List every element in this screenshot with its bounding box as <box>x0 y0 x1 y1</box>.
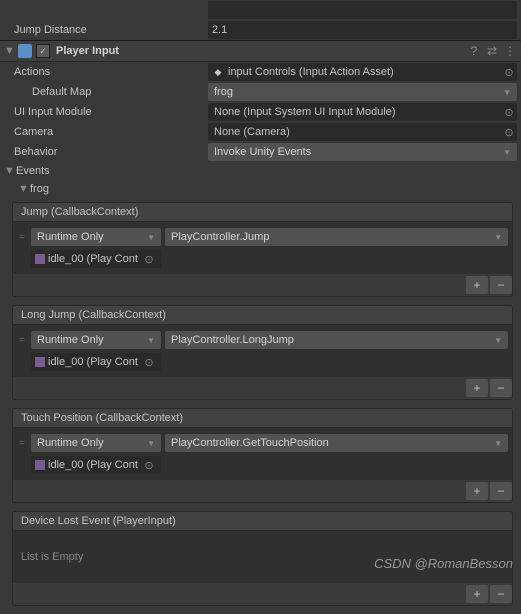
remove-listener-button[interactable]: − <box>490 585 512 603</box>
method-value: PlayController.Jump <box>171 231 494 243</box>
events-sub-header[interactable]: ▼ frog <box>18 180 521 198</box>
event-title: Jump (CallbackContext) <box>13 203 512 222</box>
gameobject-icon <box>35 357 45 367</box>
actions-row: Actions ◆ input Controls (Input Action A… <box>0 62 521 82</box>
empty-list-label: List is Empty <box>13 531 512 583</box>
call-state-value: Runtime Only <box>37 334 147 346</box>
event-title: Touch Position (CallbackContext) <box>13 409 512 428</box>
add-listener-button[interactable]: + <box>466 482 488 500</box>
remove-listener-button[interactable]: − <box>490 379 512 397</box>
foldout-icon[interactable]: ▼ <box>4 45 14 57</box>
behavior-row: Behavior Invoke Unity Events ▼ <box>0 142 521 162</box>
object-picker-icon[interactable]: ⊙ <box>141 253 157 266</box>
component-header: ▼ ✓ Player Input ? ⇄ ⋮ <box>0 40 521 62</box>
event-box: Long Jump (CallbackContext) = Runtime Only… <box>12 305 513 400</box>
events-label: Events <box>16 165 50 177</box>
default-map-row: Default Map frog ▼ <box>0 82 521 102</box>
foldout-icon[interactable]: ▼ <box>4 165 14 177</box>
default-map-label: Default Map <box>4 86 208 98</box>
remove-listener-button[interactable]: − <box>490 276 512 294</box>
event-title: Long Jump (CallbackContext) <box>13 306 512 325</box>
actions-object-field[interactable]: ◆ input Controls (Input Action Asset) ⊙ <box>208 63 517 81</box>
jump-distance-input[interactable] <box>208 21 517 39</box>
behavior-label: Behavior <box>4 146 208 158</box>
context-menu-icon[interactable]: ⋮ <box>503 44 517 58</box>
chevron-down-icon: ▼ <box>147 336 155 345</box>
object-picker-icon[interactable]: ⊙ <box>501 106 517 119</box>
method-dropdown[interactable]: PlayController.Jump▼ <box>165 228 508 246</box>
call-state-dropdown[interactable]: Runtime Only▼ <box>31 331 161 349</box>
events-header[interactable]: ▼ Events <box>4 162 521 180</box>
add-listener-button[interactable]: + <box>466 585 488 603</box>
add-listener-button[interactable]: + <box>466 379 488 397</box>
call-state-dropdown[interactable]: Runtime Only▼ <box>31 434 161 452</box>
foldout-icon[interactable]: ▼ <box>18 183 28 195</box>
behavior-value: Invoke Unity Events <box>214 146 503 158</box>
chevron-down-icon: ▼ <box>494 336 502 345</box>
target-object-field[interactable]: idle_00 (Play Cont⊙ <box>31 456 161 474</box>
component-title: Player Input <box>54 45 463 57</box>
target-value: idle_00 (Play Cont <box>48 459 141 471</box>
camera-value: None (Camera) <box>208 126 501 138</box>
property-value-input[interactable] <box>208 1 517 19</box>
add-listener-button[interactable]: + <box>466 276 488 294</box>
gameobject-icon <box>35 460 45 470</box>
device-lost-title: Device Lost Event (PlayerInput) <box>13 512 512 531</box>
event-box: Touch Position (CallbackContext) = Runtime… <box>12 408 513 503</box>
camera-label: Camera <box>4 126 208 138</box>
drag-handle-icon[interactable]: = <box>17 438 27 449</box>
behavior-dropdown[interactable]: Invoke Unity Events ▼ <box>208 143 517 161</box>
object-picker-icon[interactable]: ⊙ <box>501 66 517 79</box>
ui-input-module-field[interactable]: None (Input System UI Input Module) ⊙ <box>208 103 517 121</box>
default-map-value: frog <box>214 86 503 98</box>
method-dropdown[interactable]: PlayController.LongJump▼ <box>165 331 508 349</box>
enable-checkbox[interactable]: ✓ <box>36 44 50 58</box>
chevron-down-icon: ▼ <box>503 148 511 157</box>
method-dropdown[interactable]: PlayController.GetTouchPosition▼ <box>165 434 508 452</box>
method-value: PlayController.GetTouchPosition <box>171 437 494 449</box>
event-box: Jump (CallbackContext)=Runtime Only▼Play… <box>12 202 513 297</box>
help-icon[interactable]: ? <box>467 44 481 58</box>
actions-label: Actions <box>4 66 208 78</box>
gameobject-icon <box>35 254 45 264</box>
camera-field[interactable]: None (Camera) ⊙ <box>208 123 517 141</box>
asset-icon: ◆ <box>211 65 225 79</box>
target-object-field[interactable]: idle_00 (Play Cont⊙ <box>31 353 161 371</box>
remove-listener-button[interactable]: − <box>490 482 512 500</box>
chevron-down-icon: ▼ <box>147 233 155 242</box>
ui-input-module-value: None (Input System UI Input Module) <box>208 106 501 118</box>
chevron-down-icon: ▼ <box>494 233 502 242</box>
events-sub-label: frog <box>30 183 49 195</box>
object-picker-icon[interactable]: ⊙ <box>501 126 517 139</box>
component-icon <box>18 44 32 58</box>
actions-value: input Controls (Input Action Asset) <box>228 66 501 78</box>
presets-icon[interactable]: ⇄ <box>485 44 499 58</box>
default-map-dropdown[interactable]: frog ▼ <box>208 83 517 101</box>
drag-handle-icon[interactable]: = <box>17 232 27 243</box>
target-value: idle_00 (Play Cont <box>48 253 141 265</box>
drag-handle-icon[interactable]: = <box>17 335 27 346</box>
target-object-field[interactable]: idle_00 (Play Cont⊙ <box>31 250 161 268</box>
chevron-down-icon: ▼ <box>147 439 155 448</box>
property-row: Jump Distance <box>0 20 521 40</box>
jump-distance-label: Jump Distance <box>4 24 208 36</box>
target-value: idle_00 (Play Cont <box>48 356 141 368</box>
camera-row: Camera None (Camera) ⊙ <box>0 122 521 142</box>
call-state-value: Runtime Only <box>37 231 147 243</box>
chevron-down-icon: ▼ <box>503 88 511 97</box>
call-state-dropdown[interactable]: Runtime Only▼ <box>31 228 161 246</box>
method-value: PlayController.LongJump <box>171 334 494 346</box>
ui-input-module-label: UI Input Module <box>4 106 208 118</box>
call-state-value: Runtime Only <box>37 437 147 449</box>
chevron-down-icon: ▼ <box>494 439 502 448</box>
device-lost-event-box: Device Lost Event (PlayerInput) List is … <box>12 511 513 606</box>
object-picker-icon[interactable]: ⊙ <box>141 356 157 369</box>
property-row <box>0 0 521 20</box>
object-picker-icon[interactable]: ⊙ <box>141 459 157 472</box>
ui-input-module-row: UI Input Module None (Input System UI In… <box>0 102 521 122</box>
